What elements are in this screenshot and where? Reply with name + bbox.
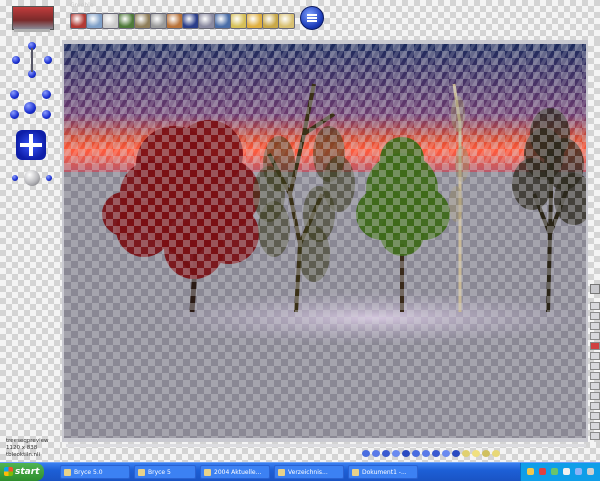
tray-icon[interactable] — [551, 468, 558, 475]
preset-thumbnail[interactable] — [198, 13, 215, 29]
move-cross-icon[interactable] — [16, 130, 46, 160]
material-swatch-row — [362, 450, 512, 458]
preset-thumbnail[interactable] — [86, 13, 103, 29]
taskbar-button[interactable]: 2004 Aktuelle... — [200, 465, 270, 479]
camera-control-panel: treeseqpreview 1120 x 838 tbleoktiln.nli — [0, 40, 62, 462]
system-tray — [520, 463, 600, 481]
taskbar-button-label: Bryce 5 — [148, 469, 171, 476]
red-tree-foliage — [102, 192, 146, 236]
taskbar-button-label: Dokument1 -... — [362, 469, 407, 476]
birch-tree-foliage — [451, 96, 465, 132]
taskbar-button[interactable]: Verzeichnis... — [274, 465, 344, 479]
preset-thumbnail[interactable] — [230, 13, 247, 29]
tray-icon[interactable] — [575, 468, 582, 475]
material-swatch[interactable] — [392, 450, 400, 457]
birch-tree-foliage — [449, 186, 463, 222]
material-swatch[interactable] — [382, 450, 390, 457]
preset-thumbnail[interactable] — [246, 13, 263, 29]
preset-menu-button[interactable] — [300, 6, 324, 30]
windows-logo-icon — [4, 467, 13, 476]
taskbar-button[interactable]: Bryce 5 — [134, 465, 196, 479]
scene-render — [64, 44, 586, 438]
preset-thumbnail-row — [66, 0, 298, 40]
side-tool-button[interactable] — [590, 402, 600, 410]
material-swatch[interactable] — [492, 450, 500, 457]
side-tool-buttons — [588, 302, 600, 452]
green-tree-foliage — [380, 212, 424, 256]
side-tool-button[interactable] — [590, 312, 600, 320]
render-viewport[interactable] — [64, 44, 586, 438]
preset-thumbnail[interactable] — [70, 13, 87, 29]
preset-thumbnail[interactable] — [278, 13, 295, 29]
preset-thumbnail[interactable] — [214, 13, 231, 29]
preset-thumbnail[interactable] — [262, 13, 279, 29]
side-tool-button[interactable] — [590, 342, 600, 350]
side-tool-button[interactable] — [590, 412, 600, 420]
side-tool-button[interactable] — [590, 422, 600, 430]
material-swatch[interactable] — [482, 450, 490, 457]
camera-cross-icon[interactable] — [12, 42, 52, 78]
material-swatch[interactable] — [442, 450, 450, 457]
side-tool-button[interactable] — [590, 432, 600, 440]
doc-info-line: tbleoktiln.nli — [6, 452, 41, 458]
tray-icon[interactable] — [587, 468, 594, 475]
side-tool-button[interactable] — [590, 362, 600, 370]
side-tool-button[interactable] — [590, 322, 600, 330]
taskbar-button[interactable]: Bryce 5.0 — [60, 465, 130, 479]
preset-thumbnail[interactable] — [102, 13, 119, 29]
material-swatch[interactable] — [422, 450, 430, 457]
document-info: treeseqpreview 1120 x 838 tbleoktiln.nli — [6, 438, 58, 459]
taskbar-button-label: Verzeichnis... — [288, 469, 328, 476]
taskbar-button-label: Bryce 5.0 — [74, 469, 103, 476]
side-tool-button[interactable] — [590, 302, 600, 310]
ground-halo — [154, 292, 586, 344]
red-tree-foliage — [164, 219, 224, 279]
material-swatch[interactable] — [472, 450, 480, 457]
side-tool-button[interactable] — [590, 382, 600, 390]
birch-tree-foliage — [455, 146, 469, 182]
taskbar-button[interactable]: Dokument1 -... — [348, 465, 418, 479]
preset-thumbnail[interactable] — [182, 13, 199, 29]
bottom-palette-strip — [62, 442, 600, 462]
windows-taskbar: start Bryce 5.0 Bryce 5 2004 Aktuelle...… — [0, 462, 600, 481]
list-icon — [307, 14, 317, 22]
scroll-bar[interactable] — [66, 444, 586, 447]
weeping-tree-foliage — [258, 201, 290, 257]
material-swatch[interactable] — [402, 450, 410, 457]
preset-thumbnail[interactable] — [150, 13, 167, 29]
trackball-icon[interactable] — [8, 84, 54, 122]
preset-thumbnail[interactable] — [118, 13, 135, 29]
dark-tree-foliage — [512, 158, 552, 210]
material-swatch[interactable] — [362, 450, 370, 457]
preset-thumbnail[interactable] — [134, 13, 151, 29]
nano-preview-caption — [14, 29, 50, 32]
side-tool-button[interactable] — [590, 332, 600, 340]
tray-icon[interactable] — [527, 468, 534, 475]
nano-preview[interactable] — [12, 6, 54, 30]
doc-info-line: treeseqpreview — [6, 438, 49, 444]
scroll-up-button[interactable] — [590, 284, 600, 294]
zoom-ball-icon[interactable] — [10, 168, 52, 190]
green-tree-foliage — [380, 137, 424, 181]
material-swatch[interactable] — [372, 450, 380, 457]
tray-icon[interactable] — [539, 468, 546, 475]
side-tool-button[interactable] — [590, 352, 600, 360]
side-tool-button[interactable] — [590, 372, 600, 380]
material-swatch[interactable] — [432, 450, 440, 457]
start-button[interactable]: start — [0, 463, 44, 481]
material-swatch[interactable] — [412, 450, 420, 457]
right-tool-strip — [588, 40, 600, 462]
taskbar-button-label: 2004 Aktuelle... — [214, 469, 262, 476]
start-label: start — [15, 467, 40, 477]
weeping-tree-foliage — [298, 226, 330, 282]
dark-tree-foliage — [530, 108, 570, 160]
material-swatch[interactable] — [452, 450, 460, 457]
material-swatch[interactable] — [462, 450, 470, 457]
side-tool-button[interactable] — [590, 392, 600, 400]
preset-thumbnail[interactable] — [166, 13, 183, 29]
doc-info-line: 1120 x 838 — [6, 445, 38, 451]
top-toolbar: Greeble — [0, 0, 600, 40]
tray-icon[interactable] — [563, 468, 570, 475]
